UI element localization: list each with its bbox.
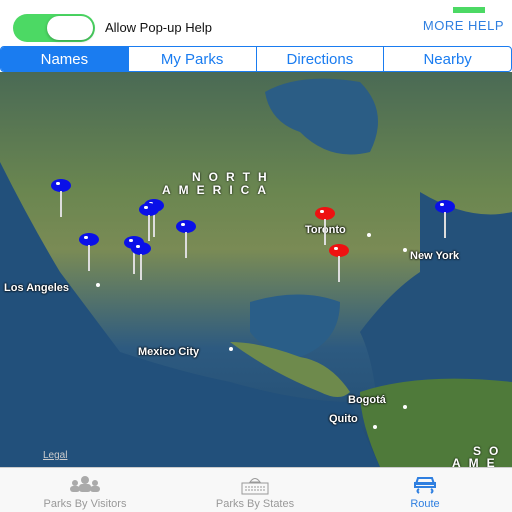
city-dot [229,347,233,351]
segment-my-parks[interactable]: My Parks [127,47,256,71]
tab-parks-by-visitors[interactable]: Parks By Visitors [0,468,170,512]
city-dot [403,405,407,409]
top-bar: Allow Pop-up Help MORE HELP [0,0,512,46]
map-pin-blue[interactable] [79,233,99,273]
segment-names[interactable]: Names [1,47,128,71]
people-icon [70,476,100,492]
city-dot [403,248,407,252]
tab-bar: Parks By Visitors Parks By States Route [0,467,512,512]
city-label: Mexico City [138,346,200,358]
capitol-building-icon [241,478,269,495]
tab-label: Parks By States [215,498,295,510]
popup-help-label: Allow Pop-up Help [105,20,212,35]
more-help-button[interactable]: MORE HELP [423,18,504,33]
city-dot [367,233,371,237]
tab-parks-by-states[interactable]: Parks By States [170,468,340,512]
hudson-bay [265,78,378,155]
city-label: New York [410,250,460,262]
region-label: AME [452,456,503,467]
segment-directions[interactable]: Directions [255,47,384,71]
map-pin-blue[interactable] [131,242,151,282]
popup-help-toggle[interactable] [13,14,95,42]
battery-indicator [453,7,485,13]
segment-nearby[interactable]: Nearby [383,47,511,71]
segmented-control: Names My Parks Directions Nearby [0,46,512,72]
map-pin-blue[interactable] [51,179,71,219]
map-view[interactable]: NORTH AMERICA SO AME Los Angeles Toronto… [0,72,512,467]
tab-label: Route [410,498,440,510]
map-pin-red[interactable] [329,244,349,284]
city-label: Bogotá [348,394,386,406]
city-label: Quito [329,413,358,425]
map-pin-red[interactable] [315,207,335,247]
city-dot [96,283,100,287]
map-pin-blue[interactable] [176,220,196,260]
car-route-icon [414,477,436,494]
map-terrain [0,78,512,467]
tab-route[interactable]: Route [340,468,510,512]
region-label: NORTH [192,170,275,184]
toggle-knob[interactable] [47,16,93,40]
region-label: AMERICA [162,183,274,197]
city-dot [373,425,377,429]
city-label: Los Angeles [4,282,69,294]
map-pin-blue[interactable] [435,200,455,240]
legal-link[interactable]: Legal [43,450,67,461]
tab-label: Parks By Visitors [43,498,127,510]
